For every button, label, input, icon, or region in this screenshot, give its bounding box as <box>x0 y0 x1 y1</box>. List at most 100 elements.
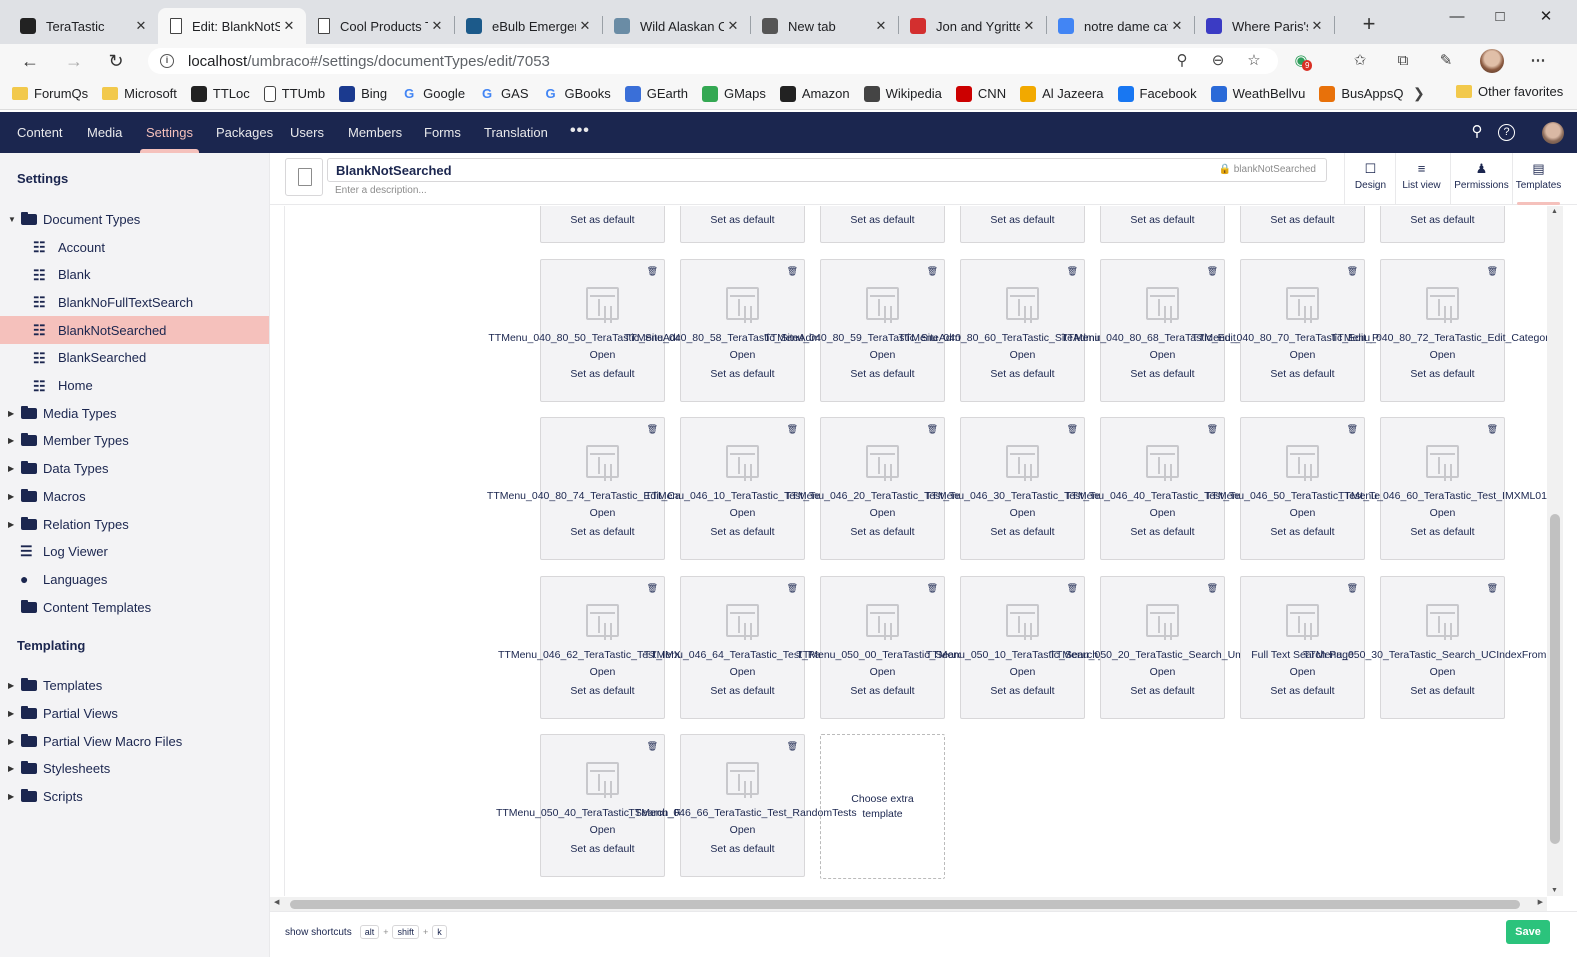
open-link[interactable]: Open <box>1241 349 1364 361</box>
open-link[interactable]: Open <box>821 666 944 678</box>
set-as-default-link[interactable]: Set as default <box>961 526 1084 538</box>
trash-icon[interactable]: 🗑 <box>647 741 658 752</box>
caret-right-icon[interactable]: ▶ <box>8 709 14 718</box>
trash-icon[interactable]: 🗑 <box>647 424 658 435</box>
set-as-default-link[interactable]: Set as default <box>821 214 944 226</box>
caret-right-icon[interactable]: ▶ <box>8 764 14 773</box>
set-as-default-link[interactable]: Set as default <box>1101 214 1224 226</box>
tree-doctype-item[interactable]: ☷ BlankNotSearched <box>0 316 269 345</box>
open-link[interactable]: Open <box>961 507 1084 519</box>
trash-icon[interactable]: 🗑 <box>1487 583 1498 594</box>
open-link[interactable]: Open <box>1241 666 1364 678</box>
tree-doctype-item[interactable]: ☷ Account <box>0 233 269 261</box>
close-tab-icon[interactable]: ✕ <box>428 18 446 34</box>
zoom-out-icon[interactable]: ⊖ <box>1207 51 1229 73</box>
trash-icon[interactable]: 🗑 <box>1347 266 1358 277</box>
open-link[interactable]: Open <box>681 349 804 361</box>
set-as-default-link[interactable]: Set as default <box>681 214 804 226</box>
open-link[interactable]: Open <box>961 666 1084 678</box>
tree-macros[interactable]: ▶ Macros <box>0 482 269 510</box>
trash-icon[interactable]: 🗑 <box>1487 266 1498 277</box>
tree-doctype-item[interactable]: ☷ BlankNoFullTextSearch <box>0 288 269 316</box>
bookmark-item[interactable]: WeathBellvu <box>1210 85 1305 102</box>
trash-icon[interactable]: 🗑 <box>1207 583 1218 594</box>
trash-icon[interactable]: 🗑 <box>1067 266 1078 277</box>
caret-right-icon[interactable]: ▶ <box>8 436 14 445</box>
bookmarks-overflow-icon[interactable]: ❯ <box>1413 85 1425 102</box>
set-as-default-link[interactable]: Set as default <box>1241 685 1364 697</box>
vertical-scroll-thumb[interactable] <box>1550 514 1560 844</box>
tree-member-types[interactable]: ▶ Member Types <box>0 426 269 454</box>
open-link[interactable]: Open <box>1101 666 1224 678</box>
tree-templates[interactable]: ▶ Templates <box>0 671 269 699</box>
other-favorites[interactable]: Other favorites <box>1456 84 1563 99</box>
open-link[interactable]: Open <box>1241 507 1364 519</box>
set-as-default-link[interactable]: Set as default <box>821 368 944 380</box>
user-avatar[interactable] <box>1542 122 1564 144</box>
tree-root-settings[interactable]: Settings <box>17 171 68 191</box>
bookmark-item[interactable]: GMaps <box>701 85 766 102</box>
zoom-icon[interactable]: ⚲ <box>1171 51 1193 73</box>
open-link[interactable]: Open <box>1381 666 1504 678</box>
name-input[interactable]: BlankNotSearched 🔒 blankNotSearched <box>327 158 1327 182</box>
tree-stylesheets[interactable]: ▶ Stylesheets <box>0 754 269 782</box>
section-media[interactable]: Media <box>87 112 122 153</box>
close-tab-icon[interactable]: ✕ <box>1168 18 1186 34</box>
set-as-default-link[interactable]: Set as default <box>541 843 664 855</box>
bookmark-item[interactable]: CNN <box>955 85 1006 102</box>
set-as-default-link[interactable]: Set as default <box>1101 526 1224 538</box>
tree-media-types[interactable]: ▶ Media Types <box>0 399 269 427</box>
open-link[interactable]: Open <box>681 666 804 678</box>
close-tab-icon[interactable]: ✕ <box>872 18 890 34</box>
trash-icon[interactable]: 🗑 <box>1207 424 1218 435</box>
maximize-button[interactable]: □ <box>1477 4 1523 32</box>
open-link[interactable]: Open <box>1101 507 1224 519</box>
tree-relation-types[interactable]: ▶ Relation Types <box>0 510 269 538</box>
tree-log-viewer[interactable]: ☰ Log Viewer <box>0 537 269 565</box>
tree-doctype-item[interactable]: ☷ Blank <box>0 261 269 289</box>
open-link[interactable]: Open <box>821 349 944 361</box>
set-as-default-link[interactable]: Set as default <box>1381 685 1504 697</box>
trash-icon[interactable]: 🗑 <box>927 583 938 594</box>
section-content[interactable]: Content <box>17 112 63 153</box>
tree-partial-views[interactable]: ▶ Partial Views <box>0 699 269 727</box>
open-link[interactable]: Open <box>1381 349 1504 361</box>
forward-icon[interactable]: → <box>60 47 88 75</box>
set-as-default-link[interactable]: Set as default <box>961 368 1084 380</box>
tree-partial-view-macro-files[interactable]: ▶ Partial View Macro Files <box>0 727 269 755</box>
caret-right-icon[interactable]: ▶ <box>8 520 14 529</box>
bookmark-item[interactable]: Facebook <box>1117 85 1197 102</box>
site-info-icon[interactable]: i <box>160 54 174 68</box>
set-as-default-link[interactable]: Set as default <box>541 214 664 226</box>
tree-scripts[interactable]: ▶ Scripts <box>0 782 269 810</box>
extension-icon[interactable]: ◉ 9 <box>1290 51 1313 73</box>
scroll-down-icon[interactable]: ▼ <box>1551 887 1558 894</box>
set-as-default-link[interactable]: Set as default <box>541 368 664 380</box>
bookmark-item[interactable]: ForumQs <box>12 86 88 101</box>
close-tab-icon[interactable]: ✕ <box>724 18 742 34</box>
bookmark-item[interactable]: Al Jazeera <box>1020 85 1104 102</box>
open-link[interactable]: Open <box>541 349 664 361</box>
caret-right-icon[interactable]: ▶ <box>8 409 14 418</box>
set-as-default-link[interactable]: Set as default <box>1241 368 1364 380</box>
trash-icon[interactable]: 🗑 <box>787 583 798 594</box>
tree-root-templating[interactable]: Templating <box>17 638 85 658</box>
horizontal-scrollbar[interactable]: ◀ ▶ <box>270 897 1547 911</box>
browser-tab[interactable]: Jon and Ygritte ✕ <box>898 8 1047 44</box>
open-link[interactable]: Open <box>541 507 664 519</box>
open-link[interactable]: Open <box>961 349 1084 361</box>
open-link[interactable]: Open <box>1101 349 1224 361</box>
set-as-default-link[interactable]: Set as default <box>1381 526 1504 538</box>
open-link[interactable]: Open <box>821 507 944 519</box>
set-as-default-link[interactable]: Set as default <box>1381 368 1504 380</box>
url-field[interactable]: i localhost/umbraco#/settings/documentTy… <box>148 48 1278 74</box>
alias-field[interactable]: 🔒 blankNotSearched <box>1218 164 1316 175</box>
bookmark-item[interactable]: BusAppsQ <box>1319 85 1404 102</box>
favorites-icon[interactable]: ✩ <box>1349 51 1371 73</box>
feedback-icon[interactable]: ✎ <box>1435 51 1457 73</box>
section-translation[interactable]: Translation <box>484 112 548 153</box>
favorite-star-icon[interactable]: ☆ <box>1243 51 1265 73</box>
caret-right-icon[interactable]: ▶ <box>8 492 14 501</box>
section-members[interactable]: Members <box>348 112 402 153</box>
section-users[interactable]: Users <box>290 112 324 153</box>
